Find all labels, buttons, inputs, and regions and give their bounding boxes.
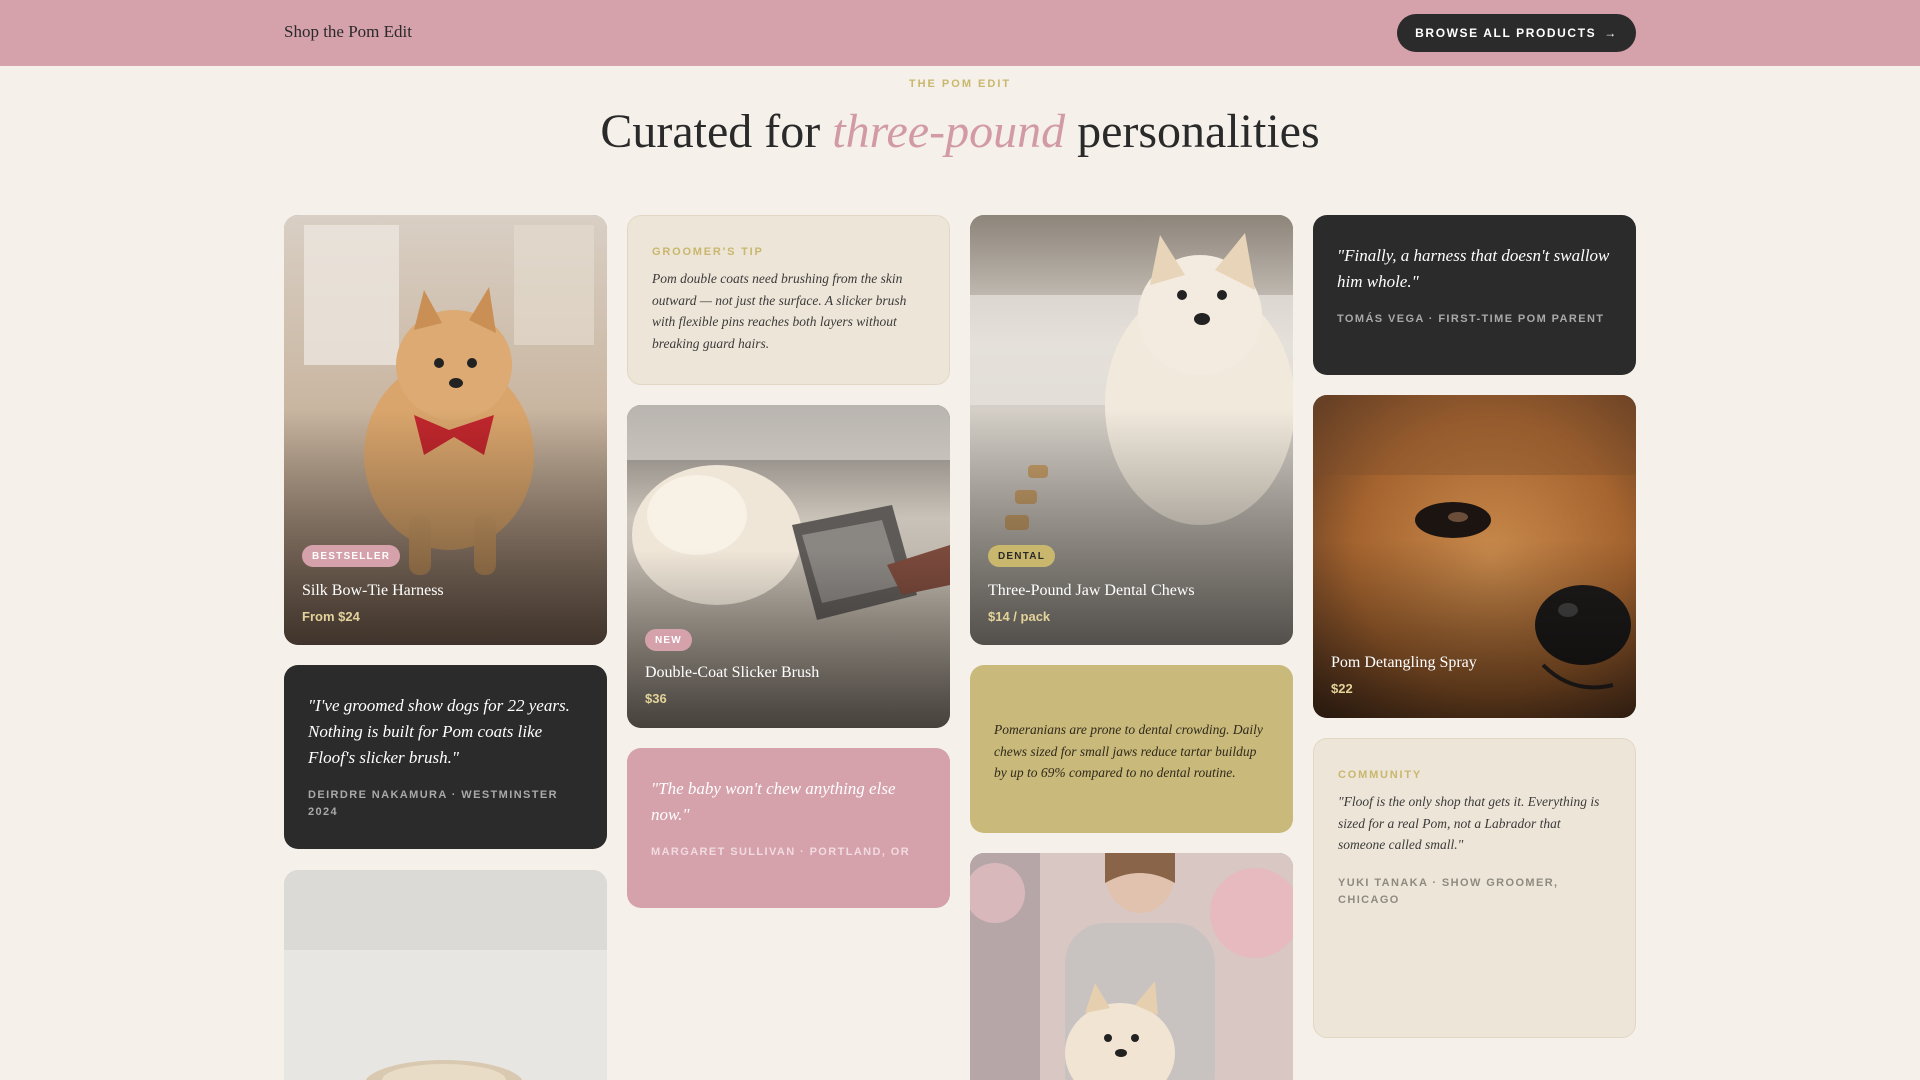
headline-accent: three-pound <box>832 105 1066 158</box>
new-badge: NEW <box>645 629 692 651</box>
product-card-slicker-brush[interactable]: NEW Double-Coat Slicker Brush $36 <box>627 405 950 728</box>
groomers-tip-card: GROOMER'S TIP Pom double coats need brus… <box>627 215 950 385</box>
dental-fact-card: Pomeranians are prone to dental crowding… <box>970 665 1293 833</box>
bowl-photo <box>284 870 607 1080</box>
community-attribution: YUKI TANAKA · SHOW GROOMER, CHICAGO <box>1338 877 1559 906</box>
lifestyle-photo-card[interactable] <box>970 853 1293 1080</box>
groomers-tip-label: GROOMER'S TIP <box>652 246 764 258</box>
testimonial-quote: "The baby won't chew anything else now." <box>651 779 896 824</box>
page-title: Curated for three-pound personalities <box>0 104 1920 159</box>
product-name: Pom Detangling Spray <box>1331 654 1477 671</box>
shop-pom-edit-link[interactable]: Shop the Pom Edit <box>284 22 412 42</box>
testimonial-card-margaret: "The baby won't chew anything else now."… <box>627 748 950 908</box>
groomers-tip-text: Pom double coats need brushing from the … <box>652 271 907 351</box>
testimonial-quote: "Finally, a harness that doesn't swallow… <box>1337 246 1610 291</box>
product-price: From $24 <box>302 609 360 624</box>
product-card-detangling-spray[interactable]: Pom Detangling Spray $22 <box>1313 395 1636 718</box>
browse-all-products-button[interactable]: BROWSE ALL PRODUCTS → <box>1397 14 1636 52</box>
testimonial-quote: "I've groomed show dogs for 22 years. No… <box>308 696 570 767</box>
product-name: Silk Bow-Tie Harness <box>302 582 444 599</box>
testimonial-attribution: TOMÁS VEGA · FIRST-TIME POM PARENT <box>1337 313 1605 325</box>
dental-fact-text: Pomeranians are prone to dental crowding… <box>994 722 1263 780</box>
product-card-dental-chews[interactable]: DENTAL Three-Pound Jaw Dental Chews $14 … <box>970 215 1293 645</box>
community-quote: "Floof is the only shop that gets it. Ev… <box>1338 794 1600 852</box>
headline-start: Curated for <box>600 105 833 158</box>
testimonial-attribution: DEIRDRE NAKAMURA · WESTMINSTER 2024 <box>308 789 558 818</box>
product-name: Double-Coat Slicker Brush <box>645 664 820 681</box>
woman-with-pomeranian-photo <box>970 853 1293 1080</box>
section-eyebrow: THE POM EDIT <box>908 78 1012 90</box>
browse-all-products-label: BROWSE ALL PRODUCTS <box>1415 26 1597 40</box>
product-price: $22 <box>1331 681 1353 696</box>
dental-badge: DENTAL <box>988 545 1056 567</box>
top-bar: Shop the Pom Edit BROWSE ALL PRODUCTS → <box>0 0 1920 66</box>
product-price: $36 <box>645 691 667 706</box>
arrow-right-icon: → <box>1604 26 1618 40</box>
bestseller-badge: BESTSELLER <box>302 545 401 567</box>
product-name: Three-Pound Jaw Dental Chews <box>988 582 1195 599</box>
product-card-harness[interactable]: BESTSELLER Silk Bow-Tie Harness From $24 <box>284 215 607 645</box>
testimonial-attribution: MARGARET SULLIVAN · PORTLAND, OR <box>651 846 911 858</box>
headline-end: personalities <box>1065 105 1320 158</box>
community-card: COMMUNITY "Floof is the only shop that g… <box>1313 738 1636 1038</box>
community-label: COMMUNITY <box>1338 769 1423 781</box>
image-overlay <box>1313 540 1636 718</box>
testimonial-card-deirdre: "I've groomed show dogs for 22 years. No… <box>284 665 607 849</box>
testimonial-card-tomas: "Finally, a harness that doesn't swallow… <box>1313 215 1636 375</box>
product-price: $14 / pack <box>988 609 1051 624</box>
product-card-bowl[interactable] <box>284 870 607 1080</box>
